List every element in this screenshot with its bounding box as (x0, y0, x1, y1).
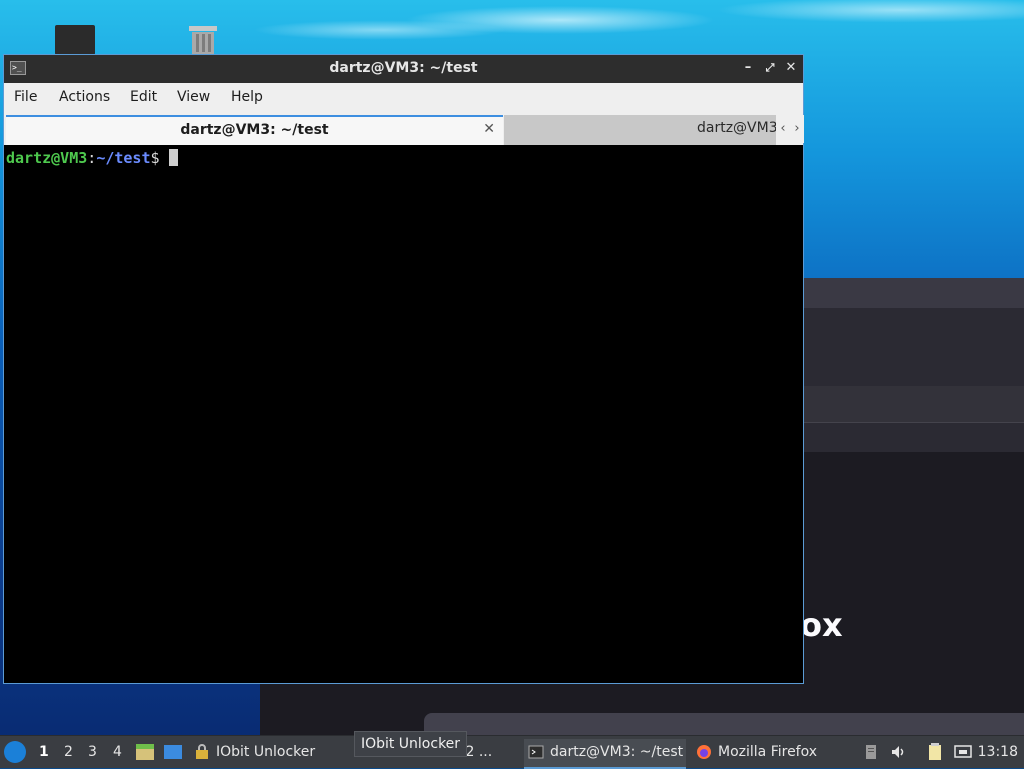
task-iobit-unlocker[interactable]: IObit Unlocker (190, 739, 352, 767)
task-label: IObit Unlocker (216, 744, 316, 760)
task-terminal[interactable]: dartz@VM3: ~/test (524, 739, 686, 769)
prompt-symbol: $ (150, 149, 160, 167)
prompt-path: ~/test (96, 149, 151, 167)
menu-help[interactable]: Help (231, 89, 263, 105)
text-cursor (168, 149, 178, 166)
minimize-button[interactable]: – (739, 59, 757, 77)
shell-prompt: dartz@VM3:~/test$ (6, 149, 178, 167)
clipboard-tray-icon[interactable] (862, 743, 880, 761)
notes-tray-icon[interactable] (926, 743, 944, 761)
taskbar-tooltip: IObit Unlocker (354, 731, 467, 757)
iobit-icon (196, 744, 208, 759)
tab-label: dartz@VM3: ~/test (697, 120, 776, 136)
show-desktop-icon[interactable] (163, 743, 183, 761)
menu-edit[interactable]: Edit (130, 89, 157, 105)
workspace-4[interactable]: 4 (113, 744, 122, 760)
terminal-window[interactable]: >_ dartz@VM3: ~/test – ⤢ ✕ File Actions … (3, 54, 804, 684)
workspace-1[interactable]: 1 (39, 744, 49, 760)
window-title: dartz@VM3: ~/test (329, 60, 478, 76)
tab-scroll-left-icon[interactable]: ‹ (776, 115, 790, 143)
tab-scroll-right-icon[interactable]: › (790, 115, 804, 143)
task-label: Mozilla Firefox (718, 744, 818, 760)
firefox-brand-fragment: ox (800, 606, 843, 644)
tab-terminal-2[interactable]: dartz@VM3: ~/test (504, 115, 776, 145)
close-button[interactable]: ✕ (782, 59, 800, 77)
tab-bar: dartz@VM3: ~/test ✕ dartz@VM3: ~/test ‹ … (4, 113, 804, 145)
trash-desktop-icon[interactable] (186, 24, 220, 54)
taskbar: 1 2 3 4 IObit Unlocker - 2 ... dartz@VM3… (0, 735, 1024, 769)
volume-icon[interactable] (890, 743, 908, 761)
menu-actions[interactable]: Actions (59, 89, 110, 105)
clock[interactable]: 13:18 (978, 744, 1018, 760)
workspace-3[interactable]: 3 (88, 744, 97, 760)
task-label: dartz@VM3: ~/test (550, 744, 684, 760)
menu-file[interactable]: File (14, 89, 37, 105)
menu-view[interactable]: View (177, 89, 210, 105)
task-firefox[interactable]: Mozilla Firefox (692, 739, 854, 767)
network-icon[interactable] (954, 743, 972, 761)
tab-close-icon[interactable]: ✕ (483, 121, 495, 137)
tab-terminal-1[interactable]: dartz@VM3: ~/test ✕ (6, 115, 503, 145)
firefox-icon (697, 745, 711, 759)
computer-desktop-icon[interactable] (55, 25, 95, 55)
terminal-icon (528, 745, 544, 759)
terminal-titlebar[interactable]: >_ dartz@VM3: ~/test – ⤢ ✕ (4, 55, 803, 83)
maximize-button[interactable]: ⤢ (761, 59, 779, 77)
terminal-console[interactable]: dartz@VM3:~/test$ (5, 146, 802, 682)
menu-bar: File Actions Edit View Help (4, 83, 803, 113)
file-manager-icon[interactable] (135, 743, 155, 761)
workspace-2[interactable]: 2 (64, 744, 73, 760)
prompt-separator: : (87, 149, 97, 167)
prompt-user-host: dartz@VM3 (6, 149, 88, 167)
start-menu-icon[interactable] (4, 741, 26, 763)
tab-label: dartz@VM3: ~/test (180, 122, 329, 138)
